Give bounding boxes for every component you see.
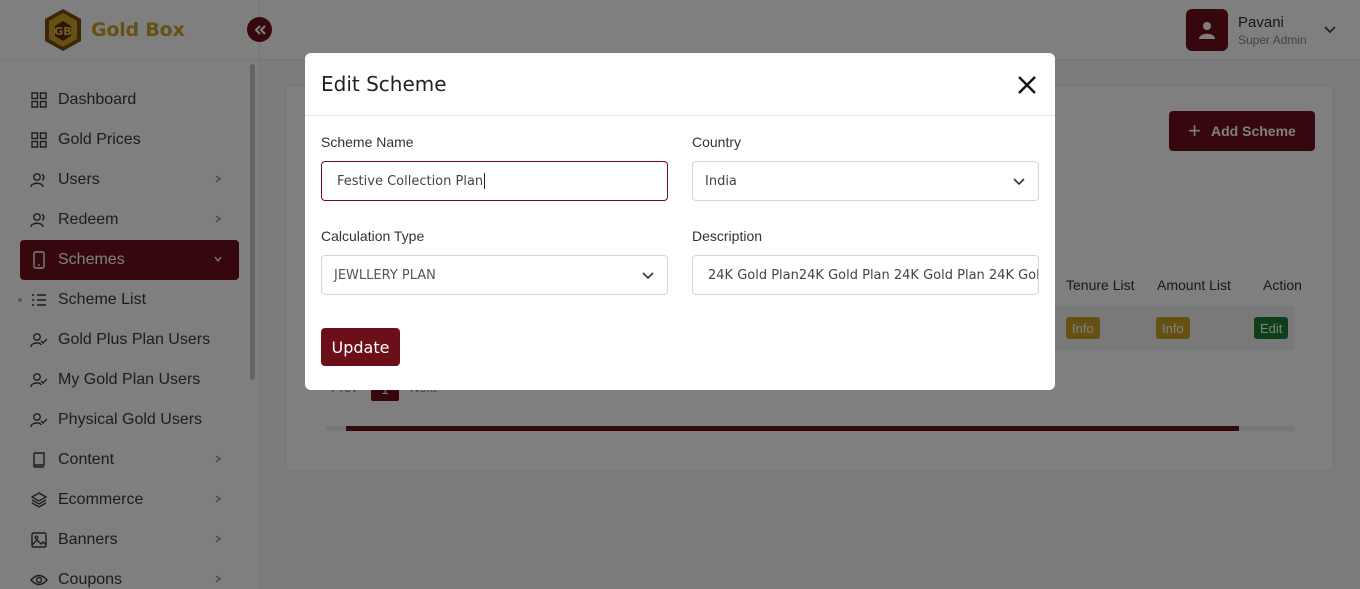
close-button[interactable] [1015, 73, 1039, 97]
edit-scheme-modal: Edit Scheme Scheme Name Festive Collecti… [305, 53, 1055, 390]
modal-header: Edit Scheme [305, 53, 1055, 116]
chevron-down-icon [642, 272, 654, 280]
calculation-type-select[interactable]: JEWLLERY PLAN [321, 255, 668, 295]
scheme-name-label: Scheme Name [321, 134, 414, 150]
modal-title: Edit Scheme [321, 72, 447, 96]
update-button[interactable]: Update [321, 328, 400, 366]
country-select[interactable]: India [692, 161, 1039, 201]
calculation-type-label: Calculation Type [321, 228, 425, 244]
text-caret [484, 173, 486, 189]
country-label: Country [692, 134, 742, 150]
chevron-down-icon [1013, 178, 1025, 186]
description-label: Description [692, 228, 763, 244]
close-icon [1018, 76, 1036, 94]
description-input[interactable]: 24K Gold Plan24K Gold Plan 24K Gold Plan… [692, 255, 1039, 295]
scheme-name-input[interactable]: Festive Collection Plan [321, 161, 668, 201]
